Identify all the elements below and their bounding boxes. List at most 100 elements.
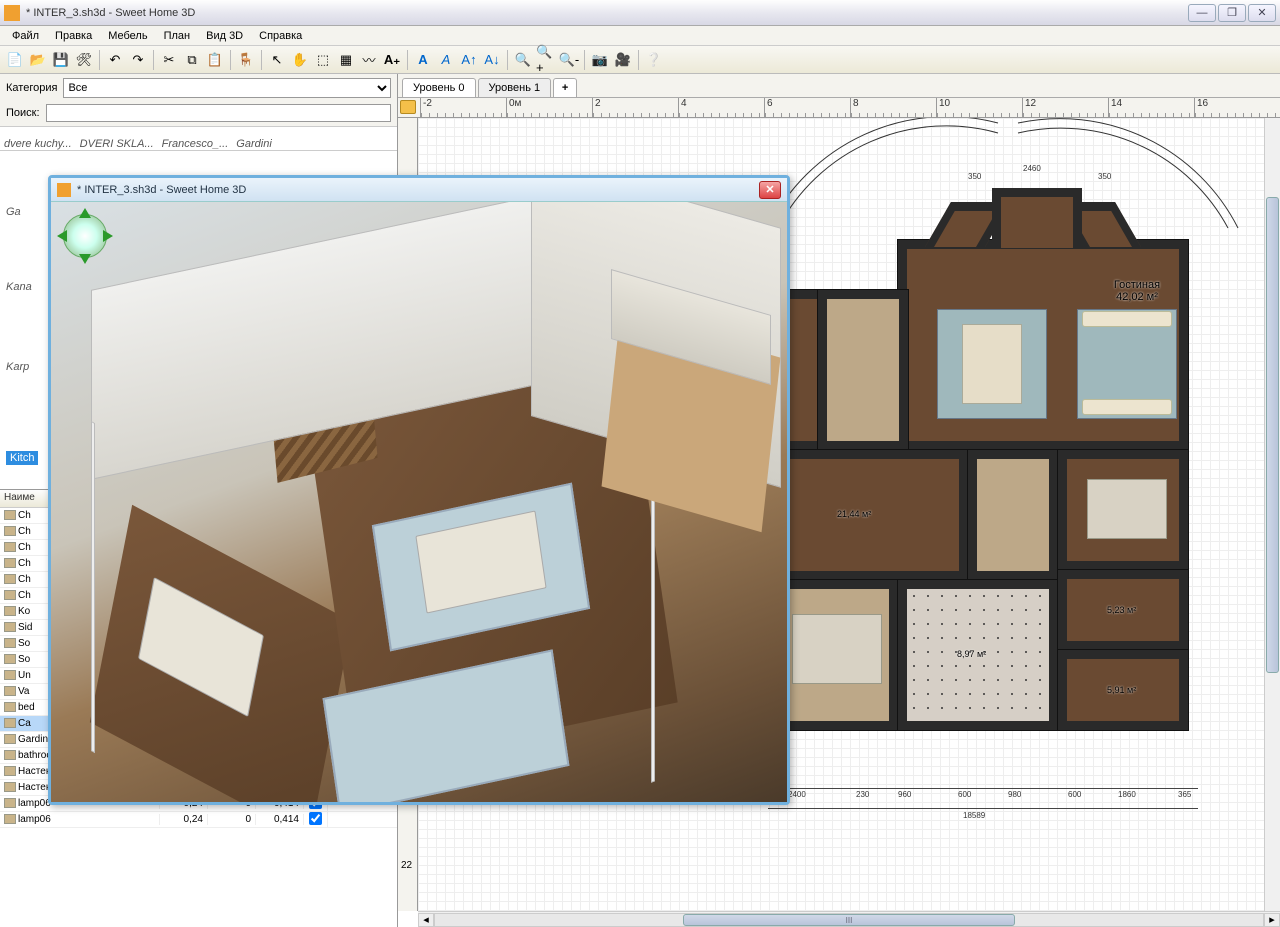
dim-label: 230 <box>856 790 869 799</box>
category-label: Категория <box>6 82 57 94</box>
room-21m[interactable]: 21,44 м² <box>768 450 968 580</box>
floorplan: Гостиная 42,02 м² <box>768 160 1198 760</box>
separator <box>584 50 585 70</box>
app-icon <box>4 5 20 21</box>
category-select[interactable]: Все <box>63 78 391 98</box>
room-8m[interactable]: 8,57 м² <box>1058 450 1188 570</box>
room-left-2[interactable] <box>818 290 908 450</box>
create-polyline-icon[interactable]: 〰 <box>358 49 380 71</box>
horizontal-scrollbar[interactable]: ◂ III ▸ <box>418 911 1280 927</box>
3d-nav-pad[interactable] <box>57 208 113 264</box>
menu-plan[interactable]: План <box>156 28 199 44</box>
prefs-icon[interactable]: 🛠 <box>73 49 95 71</box>
nav-left-icon[interactable] <box>57 230 67 242</box>
window-controls: — ❐ ✕ <box>1188 4 1276 22</box>
sofa-top <box>1082 311 1172 327</box>
room-5m2[interactable]: 5,91 м² <box>1058 650 1188 730</box>
scroll-left-icon[interactable]: ◂ <box>418 913 434 927</box>
level-tab-1[interactable]: Уровень 1 <box>478 78 552 97</box>
text-italic-icon[interactable]: A <box>435 49 457 71</box>
3d-close-button[interactable]: ✕ <box>759 181 781 199</box>
help-icon[interactable]: ❔ <box>643 49 665 71</box>
open-icon[interactable]: 📂 <box>27 49 49 71</box>
zoom-out-icon[interactable]: 🔍- <box>558 49 580 71</box>
menu-help[interactable]: Справка <box>251 28 310 44</box>
create-walls-icon[interactable]: ⬚ <box>312 49 334 71</box>
dim-line <box>768 788 1198 789</box>
paste-icon[interactable]: 📋 <box>204 49 226 71</box>
scrollbar-track[interactable]: III <box>434 913 1264 927</box>
save-icon[interactable]: 💾 <box>50 49 72 71</box>
3d-view-window[interactable]: * INTER_3.sh3d - Sweet Home 3D ✕ <box>48 175 790 805</box>
dim-label: 18589 <box>963 811 985 820</box>
separator <box>230 50 231 70</box>
separator <box>407 50 408 70</box>
separator <box>153 50 154 70</box>
copy-icon[interactable]: ⧉ <box>181 49 203 71</box>
room-5m[interactable]: 5,23 м² <box>1058 570 1188 650</box>
scrollbar-thumb[interactable]: III <box>683 914 1014 926</box>
bed <box>1087 479 1167 539</box>
catalog-category-row: Категория Все <box>0 74 397 102</box>
vertical-scrollbar[interactable] <box>1264 118 1280 911</box>
3d-titlebar[interactable]: * INTER_3.sh3d - Sweet Home 3D ✕ <box>51 178 787 202</box>
pan-icon[interactable]: ✋ <box>289 49 311 71</box>
select-icon[interactable]: ↖ <box>266 49 288 71</box>
nav-right-icon[interactable] <box>103 230 113 242</box>
maximize-button[interactable]: ❐ <box>1218 4 1246 22</box>
visible-checkbox[interactable] <box>309 812 322 825</box>
room-bath[interactable]: 8,97 м² <box>898 580 1058 730</box>
create-room-icon[interactable]: ▦ <box>335 49 357 71</box>
cut-icon[interactable]: ✂ <box>158 49 180 71</box>
3d-viewport[interactable] <box>51 202 787 802</box>
dim-line <box>768 808 1198 809</box>
nav-up-icon[interactable] <box>79 208 91 218</box>
ruler-tick: 8 <box>850 98 936 117</box>
table-row[interactable]: lamp060,2400,414 <box>0 812 397 828</box>
catalog-item[interactable]: Karp <box>6 361 29 373</box>
import-bg-icon[interactable]: 🔍 <box>512 49 534 71</box>
add-furniture-icon[interactable]: 🪑 <box>235 49 257 71</box>
catalog-tab[interactable]: dvere kuchy... <box>4 138 72 150</box>
menu-file[interactable]: Файл <box>4 28 47 44</box>
lock-base-plan-icon[interactable] <box>400 100 416 114</box>
ruler-horizontal: -2 0м 2 4 6 8 10 12 14 16 <box>398 98 1280 118</box>
nav-down-icon[interactable] <box>79 254 91 264</box>
menu-view3d[interactable]: Вид 3D <box>198 28 251 44</box>
zoom-in-icon[interactable]: 🔍+ <box>535 49 557 71</box>
undo-icon[interactable]: ↶ <box>104 49 126 71</box>
text-dec-icon[interactable]: A↓ <box>481 49 503 71</box>
catalog-tab[interactable]: DVERI SKLA... <box>80 138 154 150</box>
catalog-tab[interactable]: Gardini <box>236 138 271 150</box>
toolbar: 📄 📂 💾 🛠 ↶ ↷ ✂ ⧉ 📋 🪑 ↖ ✋ ⬚ ▦ 〰 A₊ A A A↑ … <box>0 46 1280 74</box>
level-tab-0[interactable]: Уровень 0 <box>402 78 476 97</box>
dim-label: 600 <box>958 790 971 799</box>
scrollbar-thumb[interactable] <box>1266 197 1279 673</box>
catalog-item-selected[interactable]: Kitch <box>6 451 38 465</box>
menu-furniture[interactable]: Мебель <box>100 28 155 44</box>
menu-edit[interactable]: Правка <box>47 28 100 44</box>
text-inc-icon[interactable]: A↑ <box>458 49 480 71</box>
separator <box>261 50 262 70</box>
catalog-item[interactable]: Ga <box>6 206 21 218</box>
room-living[interactable]: Гостиная 42,02 м² <box>898 240 1188 450</box>
ruler-tick: 12 <box>1022 98 1108 117</box>
search-input[interactable] <box>46 104 391 122</box>
level-add-button[interactable]: + <box>553 78 577 97</box>
create-video-icon[interactable]: 🎥 <box>612 49 634 71</box>
new-icon[interactable]: 📄 <box>4 49 26 71</box>
dim-label: 350 <box>1098 172 1111 181</box>
create-dims-icon[interactable]: A₊ <box>381 49 403 71</box>
text-bold-icon[interactable]: A <box>412 49 434 71</box>
ruler-v-tick: 22 <box>401 860 412 871</box>
catalog-tab[interactable]: Francesco_... <box>162 138 229 150</box>
catalog-item[interactable]: Kana <box>6 281 32 293</box>
ruler-tick: 6 <box>764 98 850 117</box>
redo-icon[interactable]: ↷ <box>127 49 149 71</box>
ruler-tick: 14 <box>1108 98 1194 117</box>
room-hall[interactable] <box>968 450 1058 580</box>
close-button[interactable]: ✕ <box>1248 4 1276 22</box>
create-photo-icon[interactable]: 📷 <box>589 49 611 71</box>
minimize-button[interactable]: — <box>1188 4 1216 22</box>
scroll-right-icon[interactable]: ▸ <box>1264 913 1280 927</box>
